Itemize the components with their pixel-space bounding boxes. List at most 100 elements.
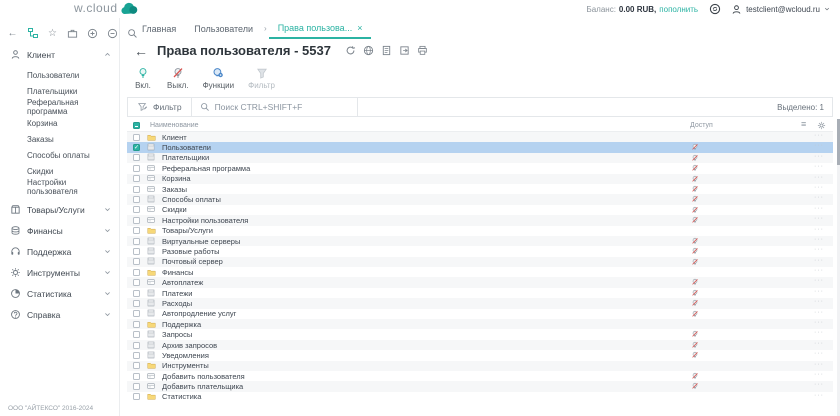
table-row[interactable]: Статистика···	[127, 392, 833, 402]
row-checkbox[interactable]	[133, 175, 140, 182]
row-actions-menu[interactable]: ···	[814, 277, 824, 284]
row-actions-menu[interactable]: ···	[814, 340, 824, 347]
search-field[interactable]: Поиск CTRL+SHIFT+F	[192, 98, 357, 116]
chevron-up-icon[interactable]	[104, 51, 111, 58]
row-actions-menu[interactable]: ···	[814, 205, 824, 212]
row-actions-menu[interactable]: ···	[814, 132, 824, 139]
sidebar-section[interactable]: Поддержка	[0, 241, 119, 262]
sidebar-section[interactable]: Финансы	[0, 220, 119, 241]
sidebar-section[interactable]: Статистика	[0, 283, 119, 304]
sidebar-section[interactable]: Справка	[0, 304, 119, 325]
table-row[interactable]: Архив запросов···	[127, 340, 833, 350]
table-row[interactable]: Автопродление услуг···	[127, 309, 833, 319]
chevron-down-icon[interactable]	[104, 248, 111, 255]
row-checkbox[interactable]	[133, 165, 140, 172]
row-actions-menu[interactable]: ···	[814, 381, 824, 388]
table-row[interactable]: Автоплатеж···	[127, 277, 833, 287]
tab-home[interactable]: Главная	[133, 18, 185, 39]
row-actions-menu[interactable]: ···	[814, 142, 824, 149]
sidebar-item[interactable]: Пользователи	[0, 67, 119, 83]
row-checkbox[interactable]	[133, 352, 140, 359]
row-actions-menu[interactable]: ···	[814, 246, 824, 253]
row-actions-menu[interactable]: ···	[814, 392, 824, 399]
row-actions-menu[interactable]: ···	[814, 194, 824, 201]
row-actions-menu[interactable]: ···	[814, 319, 824, 326]
table-row[interactable]: Платежи···	[127, 288, 833, 298]
sidebar-item[interactable]: Реферальная программа	[0, 99, 119, 115]
row-actions-menu[interactable]: ···	[814, 361, 824, 368]
table-row[interactable]: Заказы···	[127, 184, 833, 194]
close-tab-icon[interactable]: ×	[357, 23, 362, 33]
logo[interactable]: w.cloud	[74, 1, 138, 15]
row-actions-menu[interactable]: ···	[814, 153, 824, 160]
table-row[interactable]: Скидки···	[127, 205, 833, 215]
row-checkbox[interactable]	[133, 290, 140, 297]
row-checkbox[interactable]	[133, 383, 140, 390]
row-checkbox[interactable]	[133, 279, 140, 286]
row-actions-menu[interactable]: ···	[814, 371, 824, 378]
row-checkbox[interactable]	[133, 206, 140, 213]
row-actions-menu[interactable]: ···	[814, 267, 824, 274]
row-checkbox[interactable]	[133, 373, 140, 380]
table-row[interactable]: Клиент···	[127, 132, 833, 142]
row-checkbox[interactable]	[133, 342, 140, 349]
row-actions-menu[interactable]: ···	[814, 309, 824, 316]
print-icon[interactable]	[417, 45, 428, 56]
back-icon[interactable]: ←	[134, 44, 148, 58]
row-actions-menu[interactable]: ···	[814, 257, 824, 264]
table-row[interactable]: Поддержка···	[127, 319, 833, 329]
table-row[interactable]: Добавить плательщика···	[127, 381, 833, 391]
row-actions-menu[interactable]: ···	[814, 226, 824, 233]
sidebar-item[interactable]: Плательщики	[0, 83, 119, 99]
row-checkbox[interactable]	[133, 248, 140, 255]
row-actions-menu[interactable]: ···	[814, 298, 824, 305]
table-row[interactable]: Виртуальные серверы···	[127, 236, 833, 246]
row-checkbox[interactable]	[133, 134, 140, 141]
table-row[interactable]: Способы оплаты···	[127, 194, 833, 204]
table-row[interactable]: Реферальная программа···	[127, 163, 833, 173]
row-checkbox[interactable]	[133, 321, 140, 328]
table-row[interactable]: Добавить пользователя···	[127, 371, 833, 381]
sidebar-item[interactable]: Скидки	[0, 163, 119, 179]
table-row[interactable]: Настройки пользователя···	[127, 215, 833, 225]
row-checkbox[interactable]	[133, 310, 140, 317]
add-circle-icon[interactable]	[86, 27, 99, 40]
row-checkbox[interactable]	[133, 227, 140, 234]
row-checkbox[interactable]	[133, 362, 140, 369]
sidebar-item[interactable]: Настройки пользователя	[0, 179, 119, 195]
sidebar-item[interactable]: Способы оплаты	[0, 147, 119, 163]
table-settings-gear-icon[interactable]	[817, 121, 826, 130]
select-all-checkbox[interactable]	[133, 122, 140, 129]
row-checkbox[interactable]	[133, 269, 140, 276]
row-actions-menu[interactable]: ···	[814, 215, 824, 222]
filter-button[interactable]: Фильтр	[128, 98, 191, 116]
row-checkbox[interactable]	[133, 238, 140, 245]
row-checkbox[interactable]	[133, 393, 140, 400]
row-actions-menu[interactable]: ···	[814, 174, 824, 181]
remove-circle-icon[interactable]	[106, 27, 119, 40]
row-checkbox[interactable]	[133, 300, 140, 307]
row-actions-menu[interactable]: ···	[814, 288, 824, 295]
chevron-down-icon[interactable]	[104, 311, 111, 318]
table-row[interactable]: Финансы···	[127, 267, 833, 277]
table-row[interactable]: Расходы···	[127, 298, 833, 308]
sidebar-section[interactable]: Инструменты	[0, 262, 119, 283]
action-button-bulb-on[interactable]: Вкл.	[130, 65, 156, 92]
table-row[interactable]: Уведомления···	[127, 350, 833, 360]
row-actions-menu[interactable]: ···	[814, 329, 824, 336]
briefcase-icon[interactable]	[66, 27, 79, 40]
table-row[interactable]: Товары/Услуги···	[127, 226, 833, 236]
row-actions-menu[interactable]: ···	[814, 184, 824, 191]
row-checkbox[interactable]	[133, 154, 140, 161]
row-checkbox[interactable]	[133, 331, 140, 338]
row-checkbox[interactable]: ✓	[133, 144, 140, 151]
row-checkbox[interactable]	[133, 217, 140, 224]
topup-link[interactable]: пополнить	[659, 5, 698, 14]
list-menu-icon[interactable]: ≡	[801, 119, 806, 129]
row-actions-menu[interactable]: ···	[814, 350, 824, 357]
sidebar-section[interactable]: Товары/Услуги	[0, 199, 119, 220]
row-actions-menu[interactable]: ···	[814, 236, 824, 243]
table-row[interactable]: Корзина···	[127, 174, 833, 184]
table-row[interactable]: ✓Пользователи···	[127, 142, 833, 152]
user-menu[interactable]: testclient@wcloud.ru	[731, 4, 830, 15]
